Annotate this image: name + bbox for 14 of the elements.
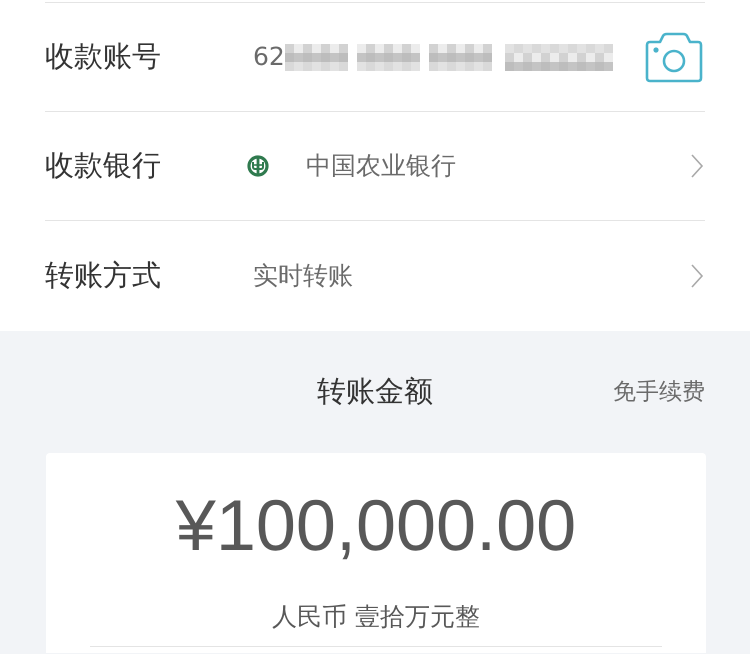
account-number: 62 <box>253 41 285 74</box>
field-label: 收款账号 <box>45 38 162 76</box>
field-label: 转账方式 <box>45 257 162 294</box>
fee-note: 免手续费 <box>613 378 705 407</box>
amount-value: ¥100,000.00 <box>174 487 578 566</box>
transfer-method: 实时转账 <box>253 260 353 292</box>
field-label: 收款银行 <box>45 147 162 184</box>
amount-in-words: 人民币 壹拾万元整 <box>271 602 481 632</box>
chevron-right-icon[interactable] <box>690 264 704 288</box>
bank-logo-icon <box>247 155 269 177</box>
bank-name: 中国农业银行 <box>306 150 456 182</box>
camera-icon[interactable] <box>643 30 705 84</box>
section-title: 转账金额 <box>317 373 433 410</box>
chevron-right-icon[interactable] <box>690 154 704 178</box>
